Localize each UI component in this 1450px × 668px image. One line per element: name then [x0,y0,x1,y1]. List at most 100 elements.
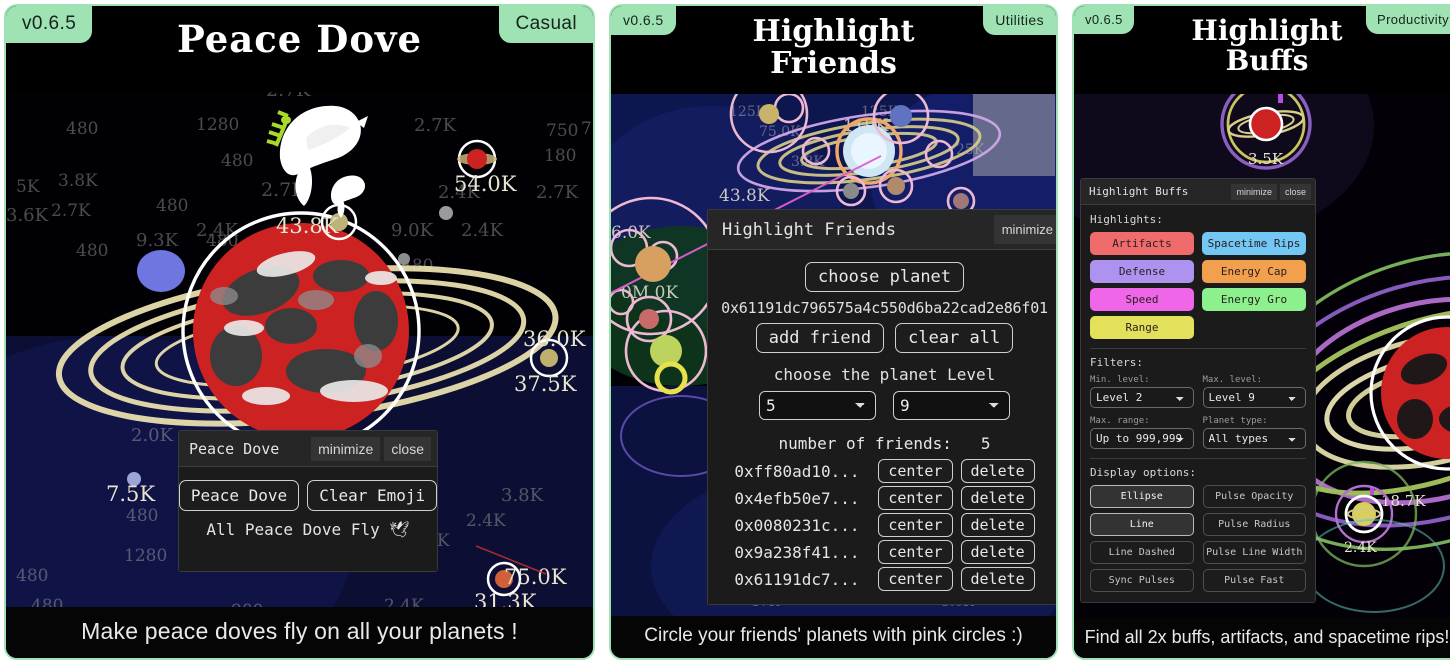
option-pulse-opacity[interactable]: Pulse Opacity [1202,485,1306,508]
filter-label: Planet type: [1202,416,1268,426]
highlight-friends-dialog[interactable]: Highlight Friends minimize choose planet… [707,209,1056,605]
center-button[interactable]: center [878,540,953,564]
clear-all-button[interactable]: clear all [895,323,1014,353]
card-header-3: v0.6.5 Productivity Highlight Buffs [1074,6,1450,94]
delete-button[interactable]: delete [960,513,1035,537]
friend-address: 0x9a238f41... [734,542,860,562]
svg-text:3.8K: 3.8K [58,171,98,191]
dialog-body: Peace Dove Clear Emoji All Peace Dove Fl… [178,467,438,571]
delete-button[interactable]: delete [960,540,1035,564]
version-badge: v0.6.5 [6,6,93,43]
highlight-buffs-dialog[interactable]: Highlight Buffs minimize close Highlight… [1080,178,1316,603]
highlight-chip-grid: Artifacts Spacetime Rips Defense Energy … [1090,232,1306,339]
friend-action-row: add friend clear all [716,323,1053,353]
card-header-2: v0.6.5 Utilities Highlight Friends [611,6,1056,94]
center-button[interactable]: center [878,567,953,591]
card-caption: Make peace doves fly on all your planets… [6,607,593,658]
svg-text:480: 480 [221,151,253,171]
option-ellipse[interactable]: Ellipse [1090,485,1194,508]
category-badge: Productivity [1366,6,1450,34]
dialog-subtitle: All Peace Dove Fly [206,520,380,539]
min-level-select[interactable]: Level 2 [1090,387,1194,408]
svg-text:75.0K: 75.0K [759,124,801,140]
dove-icon: 🕊 [389,520,410,539]
dialog-titlebar[interactable]: Peace Dove minimize close [179,431,437,467]
svg-text:7: 7 [581,119,592,139]
center-button[interactable]: center [878,513,953,537]
svg-text:2.4K: 2.4K [461,220,504,241]
choose-planet-button[interactable]: choose planet [804,262,965,292]
svg-text:2.7K: 2.7K [51,201,91,221]
svg-text:5K: 5K [16,177,40,197]
max-level-select[interactable]: 9 [893,391,1010,420]
friend-count-row: number of friends: 5 [716,434,1053,453]
peace-dove-button[interactable]: Peace Dove [178,480,300,511]
highlights-section-label: Highlights: [1090,213,1163,226]
highlight-chip-energy-gro[interactable]: Energy Gro [1202,288,1306,311]
filter-label: Max. level: [1202,375,1263,385]
filter-label: Min. level: [1090,375,1150,385]
svg-text:2.4K: 2.4K [466,511,506,531]
svg-text:2.0K: 2.0K [131,425,174,446]
level-selects: 5 9 [716,391,1053,420]
card-header-1: v0.6.5 Casual Peace Dove [6,6,593,92]
friend-row: 0x4efb50e7... center delete [716,486,1053,510]
highlight-chip-speed[interactable]: Speed [1090,288,1194,311]
center-button[interactable]: center [878,486,953,510]
dialog-title: Highlight Buffs [1089,185,1189,198]
svg-text:7.5K: 7.5K [106,482,155,506]
center-button[interactable]: center [878,459,953,483]
highlight-chip-defense[interactable]: Defense [1090,260,1194,283]
svg-text:2.4K: 2.4K [196,220,239,241]
filter-label: Max. range: [1090,416,1150,426]
svg-text:180: 180 [544,146,576,166]
option-line[interactable]: Line [1090,513,1194,536]
minimize-button[interactable]: minimize [993,215,1056,244]
option-pulse-line-width[interactable]: Pulse Line Width [1202,541,1306,564]
highlight-chip-spacetime-rips[interactable]: Spacetime Rips [1202,232,1306,255]
max-range-select[interactable]: Up to 999,999 [1090,428,1194,449]
option-sync-pulses[interactable]: Sync Pulses [1090,569,1194,592]
app-card-peace-dove[interactable]: 480 1280 5K 3.8K 2.7K 480 480 480 750 7 180 4… [4,4,595,660]
card-caption: Circle your friends' planets with pink c… [611,616,1056,658]
app-card-highlight-friends[interactable]: 125K125K 75.0K25K 3.8K25K 75K5.0K 9.3K9.… [609,4,1058,660]
option-pulse-fast[interactable]: Pulse Fast [1202,569,1306,592]
peace-dove-dialog[interactable]: Peace Dove minimize close Peace Dove Cle… [178,430,438,572]
app-card-highlight-buffs[interactable]: 3.5K 18.7K 2.4K v0.6.5 Productivity High… [1072,4,1450,660]
friends-list: 0xff80ad10... center delete 0x4efb50e7..… [716,459,1053,591]
divider [1090,458,1306,459]
display-options-grid: Ellipse Pulse Opacity Line Pulse Radius … [1090,485,1306,592]
delete-button[interactable]: delete [960,459,1035,483]
max-level-select[interactable]: Level 9 [1202,387,1306,408]
option-line-dashed[interactable]: Line Dashed [1090,541,1194,564]
dialog-title: Highlight Friends [722,219,896,240]
svg-text:2.4K: 2.4K [1344,540,1377,556]
dialog-titlebar[interactable]: Highlight Friends minimize [708,210,1056,250]
close-button[interactable]: close [384,436,431,461]
dialog-title: Peace Dove [189,439,280,458]
friend-row: 0x9a238f41... center delete [716,540,1053,564]
minimize-button[interactable]: minimize [1231,183,1277,200]
dialog-titlebar[interactable]: Highlight Buffs minimize close [1081,179,1315,205]
delete-button[interactable]: delete [960,486,1035,510]
highlight-chip-energy-cap[interactable]: Energy Cap [1202,260,1306,283]
delete-button[interactable]: delete [960,567,1035,591]
add-friend-button[interactable]: add friend [755,323,885,353]
filter-planet-type: Planet type: All types [1202,416,1306,449]
svg-text:43.8K: 43.8K [276,214,339,238]
highlight-chip-range[interactable]: Range [1090,316,1194,339]
planet-type-select[interactable]: All types [1202,428,1306,449]
clear-emoji-button[interactable]: Clear Emoji [307,480,438,511]
selected-planet-address: 0x61191dc796575a4c550d6ba22cad2e86f01 [721,299,1048,317]
divider [1090,348,1306,349]
min-level-select[interactable]: 5 [759,391,876,420]
filter-max-range: Max. range: Up to 999,999 [1090,416,1194,449]
dialog-body: choose planet 0x61191dc796575a4c550d6ba2… [708,250,1056,604]
svg-text:75.0K: 75.0K [504,565,567,589]
friend-row: 0xff80ad10... center delete [716,459,1053,483]
highlight-chip-artifacts[interactable]: Artifacts [1090,232,1194,255]
option-pulse-radius[interactable]: Pulse Radius [1202,513,1306,536]
level-prompt: choose the planet Level [773,365,996,384]
minimize-button[interactable]: minimize [311,436,381,461]
close-button[interactable]: close [1279,183,1311,200]
